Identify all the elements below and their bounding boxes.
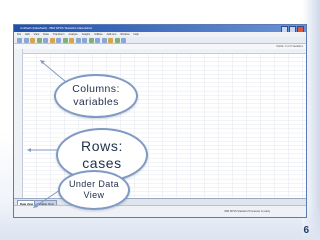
find-icon[interactable]: [75, 38, 81, 43]
window-titlebar: Untitled1 [DataSet0] - IBM SPSS Statisti…: [14, 25, 306, 33]
save-icon[interactable]: [23, 38, 29, 43]
undo-icon[interactable]: [43, 38, 48, 43]
status-text: IBM SPSS Statistics Processor is ready: [224, 210, 270, 213]
open-icon[interactable]: [17, 38, 22, 43]
variables-icon[interactable]: [69, 38, 74, 43]
callout-columns-line2: variables: [73, 96, 119, 108]
callout-columns: Columns: variables: [54, 74, 138, 118]
use-sets-icon[interactable]: [121, 38, 126, 43]
goto-variable-icon[interactable]: [62, 38, 68, 43]
split-file-icon[interactable]: [95, 38, 100, 43]
recall-dialog-icon[interactable]: [36, 38, 42, 43]
callout-under-data-view: Under Data View: [58, 170, 130, 210]
toolbar: [14, 37, 306, 44]
insert-variable-icon[interactable]: [88, 38, 94, 43]
callout-under-line1: Under Data: [68, 179, 120, 189]
column-header-row[interactable]: [14, 49, 306, 54]
callout-under-line2: View: [83, 190, 105, 200]
print-icon[interactable]: [30, 38, 35, 43]
callout-columns-line1: Columns:: [72, 83, 120, 95]
data-grid[interactable]: [14, 49, 306, 198]
value-labels-icon[interactable]: [114, 38, 120, 43]
goto-case-icon[interactable]: [56, 38, 61, 43]
row-header-column[interactable]: [14, 49, 23, 198]
page-number: 6: [303, 225, 309, 236]
select-cases-icon[interactable]: [108, 38, 113, 43]
insert-cases-icon[interactable]: [82, 38, 87, 43]
redo-icon[interactable]: [49, 38, 55, 43]
callout-rows-line1: Rows:: [81, 138, 123, 154]
weight-cases-icon[interactable]: [101, 38, 107, 43]
window-title: Untitled1 [DataSet0] - IBM SPSS Statisti…: [20, 26, 93, 30]
status-bar: IBM SPSS Statistics Processor is ready: [14, 205, 306, 217]
